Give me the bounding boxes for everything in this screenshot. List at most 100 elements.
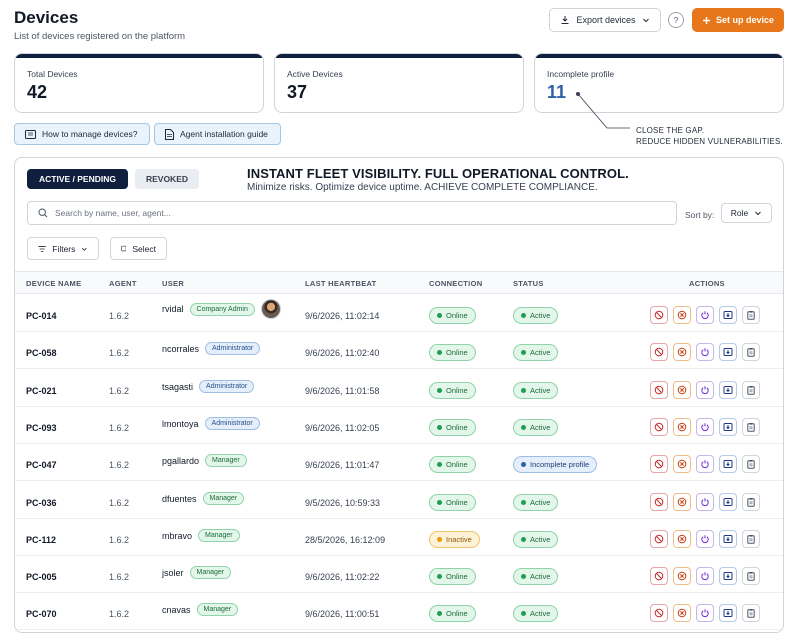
action-clipboard-button[interactable] — [742, 493, 760, 511]
agent-version: 1.6.2 — [109, 609, 130, 619]
action-x-circle-button[interactable] — [673, 455, 691, 473]
x-circle-icon — [677, 571, 687, 581]
action-ban-button[interactable] — [650, 381, 668, 399]
role-badge: Manager — [189, 566, 232, 579]
status-dot-icon — [437, 313, 442, 318]
action-import-button[interactable] — [719, 493, 737, 511]
table-row[interactable]: PC-021 1.6.2 tsagasti Administrator 9/6/2… — [15, 370, 783, 407]
table-row[interactable]: PC-005 1.6.2 jsoler Manager 9/6/2026, 11:… — [15, 556, 783, 593]
status-label: Active — [530, 498, 551, 507]
table-row[interactable]: PC-014 1.6.2 rvidal Company Admin 9/6/202… — [15, 295, 783, 332]
action-x-circle-button[interactable] — [673, 343, 691, 361]
agent-version: 1.6.2 — [109, 535, 130, 545]
last-heartbeat: 9/6/2026, 11:00:51 — [305, 609, 380, 619]
row-actions — [650, 455, 760, 473]
device-name[interactable]: PC-070 — [26, 609, 57, 619]
action-x-circle-button[interactable] — [673, 493, 691, 511]
table-row[interactable]: PC-112 1.6.2 mbravo Manager 28/5/2026, 16… — [15, 519, 783, 556]
action-power-button[interactable] — [696, 343, 714, 361]
action-x-circle-button[interactable] — [673, 418, 691, 436]
action-x-circle-button[interactable] — [673, 381, 691, 399]
agent-guide-button[interactable]: Agent installation guide — [154, 123, 281, 145]
ban-icon — [654, 497, 664, 507]
connection-badge: Online — [429, 382, 476, 399]
table-row[interactable]: PC-036 1.6.2 dfuentes Manager 9/5/2026, 1… — [15, 482, 783, 519]
table-row[interactable]: PC-047 1.6.2 pgallardo Manager 9/6/2026, … — [15, 444, 783, 481]
action-power-button[interactable] — [696, 567, 714, 585]
action-power-button[interactable] — [696, 530, 714, 548]
action-clipboard-button[interactable] — [742, 567, 760, 585]
action-import-button[interactable] — [719, 343, 737, 361]
sort-select[interactable]: Role — [721, 203, 772, 223]
action-import-button[interactable] — [719, 567, 737, 585]
action-ban-button[interactable] — [650, 530, 668, 548]
table-row[interactable]: PC-070 1.6.2 cnavas Manager 9/6/2026, 11:… — [15, 593, 783, 630]
action-clipboard-button[interactable] — [742, 343, 760, 361]
action-import-button[interactable] — [719, 530, 737, 548]
action-clipboard-button[interactable] — [742, 455, 760, 473]
device-name[interactable]: PC-036 — [26, 498, 57, 508]
ban-icon — [654, 422, 664, 432]
promo-subtitle: Minimize risks. Optimize device uptime. … — [247, 182, 598, 193]
ban-icon — [654, 385, 664, 395]
select-button[interactable]: Select — [110, 237, 167, 260]
action-clipboard-button[interactable] — [742, 306, 760, 324]
device-name[interactable]: PC-093 — [26, 423, 57, 433]
row-actions — [650, 604, 760, 622]
device-name[interactable]: PC-112 — [26, 535, 56, 545]
import-icon — [723, 608, 733, 618]
status-label: Active — [530, 572, 551, 581]
table-row[interactable]: PC-093 1.6.2 lmontoya Administrator 9/6/2… — [15, 407, 783, 444]
row-actions — [650, 418, 760, 436]
action-x-circle-button[interactable] — [673, 306, 691, 324]
action-x-circle-button[interactable] — [673, 567, 691, 585]
action-ban-button[interactable] — [650, 493, 668, 511]
search-box[interactable] — [27, 201, 677, 225]
search-input[interactable] — [55, 208, 666, 218]
action-power-button[interactable] — [696, 493, 714, 511]
action-import-button[interactable] — [719, 455, 737, 473]
action-x-circle-button[interactable] — [673, 530, 691, 548]
action-import-button[interactable] — [719, 381, 737, 399]
device-name[interactable]: PC-047 — [26, 460, 57, 470]
status-dot-icon — [521, 313, 526, 318]
device-name[interactable]: PC-058 — [26, 348, 57, 358]
action-clipboard-button[interactable] — [742, 530, 760, 548]
action-power-button[interactable] — [696, 306, 714, 324]
device-name[interactable]: PC-005 — [26, 572, 57, 582]
action-ban-button[interactable] — [650, 604, 668, 622]
tab-active-pending[interactable]: ACTIVE / PENDING — [27, 169, 128, 189]
action-power-button[interactable] — [696, 604, 714, 622]
action-x-circle-button[interactable] — [673, 604, 691, 622]
action-clipboard-button[interactable] — [742, 381, 760, 399]
action-power-button[interactable] — [696, 418, 714, 436]
action-import-button[interactable] — [719, 306, 737, 324]
col-status: STATUS — [513, 279, 544, 288]
action-clipboard-button[interactable] — [742, 604, 760, 622]
filters-button[interactable]: Filters — [27, 237, 99, 260]
action-ban-button[interactable] — [650, 567, 668, 585]
action-ban-button[interactable] — [650, 418, 668, 436]
import-icon — [723, 571, 733, 581]
action-ban-button[interactable] — [650, 343, 668, 361]
ban-icon — [654, 608, 664, 618]
how-to-manage-button[interactable]: How to manage devices? — [14, 123, 150, 145]
device-name[interactable]: PC-021 — [26, 386, 57, 396]
avatar[interactable] — [260, 299, 281, 319]
action-ban-button[interactable] — [650, 306, 668, 324]
table-row[interactable]: PC-058 1.6.2 ncorrales Administrator 9/6/… — [15, 332, 783, 369]
status-badge: Active — [513, 531, 559, 548]
action-import-button[interactable] — [719, 604, 737, 622]
action-power-button[interactable] — [696, 381, 714, 399]
tab-revoked[interactable]: REVOKED — [135, 169, 199, 189]
connection-badge: Online — [429, 344, 476, 361]
action-power-button[interactable] — [696, 455, 714, 473]
annotation-line-1: CLOSE THE GAP. — [636, 126, 705, 135]
action-ban-button[interactable] — [650, 455, 668, 473]
username: pgallardo — [162, 455, 200, 466]
action-clipboard-button[interactable] — [742, 418, 760, 436]
document-icon — [165, 128, 174, 140]
status-dot-icon — [437, 500, 442, 505]
action-import-button[interactable] — [719, 418, 737, 436]
device-name[interactable]: PC-014 — [26, 311, 57, 321]
